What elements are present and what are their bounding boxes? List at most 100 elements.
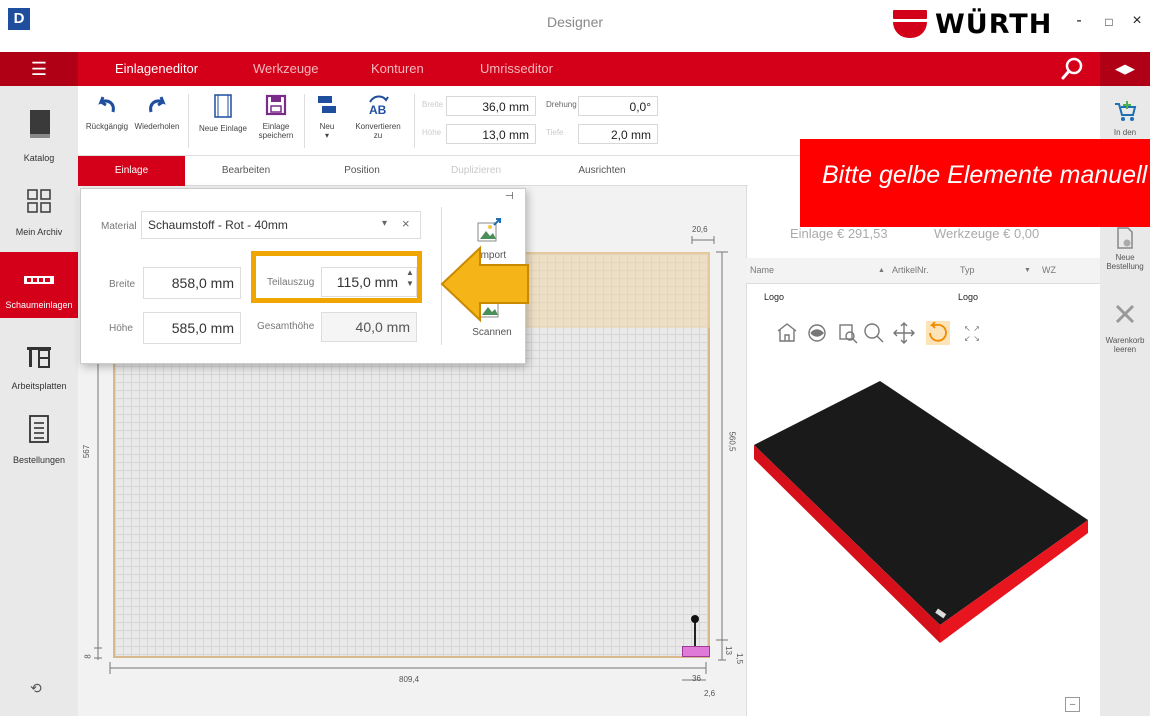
foam-3d-preview[interactable] xyxy=(750,375,1090,655)
maximize-button[interactable]: □ xyxy=(1098,15,1120,37)
zoom-window-icon[interactable] xyxy=(838,320,860,350)
breite-label: Breite xyxy=(422,100,443,109)
tab-einlage[interactable]: Einlage xyxy=(78,156,185,186)
dim-left: 567 xyxy=(82,444,92,459)
brand-logo: WÜRTH xyxy=(893,6,1052,42)
hoehe-label: Höhe xyxy=(422,128,442,137)
gesamthoehe-label: Gesamthöhe xyxy=(257,321,315,332)
tab-duplizieren[interactable]: Duplizieren xyxy=(428,156,524,186)
workbench-icon xyxy=(27,347,51,368)
refresh-icon[interactable]: ⟲ xyxy=(30,680,42,697)
rotation-field[interactable]: 0,0° xyxy=(578,96,658,116)
element-height-field[interactable]: 13,0 mm xyxy=(446,124,536,144)
list-item-name: Logo xyxy=(764,292,785,302)
convert-button[interactable]: AB Konvertieren zu xyxy=(352,94,404,140)
dim-bottom-right-a: 36 xyxy=(692,674,701,683)
hamburger-menu-icon[interactable]: ☰ xyxy=(0,52,78,86)
new-insert-label: Neue Einlage xyxy=(198,124,248,133)
collapse-icon[interactable]: – xyxy=(1065,697,1080,712)
drehung-label: Drehung xyxy=(546,100,577,109)
sidebar-item-schaumeinlagen[interactable]: Schaumeinlagen xyxy=(0,252,78,318)
filter-dropdown-icon[interactable]: ▼ xyxy=(1024,267,1031,274)
sidebar-item-arbeitsplatten[interactable]: Arbeitsplatten xyxy=(0,338,78,418)
redo-button[interactable]: Wiederholen xyxy=(132,94,182,131)
add-to-cart-button[interactable]: In den xyxy=(1100,96,1150,144)
undo-button[interactable]: Rückgängig xyxy=(84,94,130,131)
image-import-icon xyxy=(477,218,501,242)
menu-tab-einlageneditor[interactable]: Einlageneditor xyxy=(115,61,198,76)
teilauszug-label: Teilauszug xyxy=(267,277,315,288)
home-view-icon[interactable] xyxy=(755,320,785,350)
tab-position[interactable]: Position xyxy=(314,156,410,186)
column-wz[interactable]: WZ xyxy=(1042,265,1056,275)
price-einlage: Einlage € 291,53 xyxy=(790,226,888,241)
breite-label: Breite xyxy=(109,279,136,290)
insert-width-field[interactable]: 858,0 mm xyxy=(143,267,241,299)
arrow-left-icon xyxy=(440,245,529,323)
book-icon xyxy=(30,110,50,138)
clear-cart-button[interactable]: Warenkorb leeren xyxy=(1100,300,1150,354)
column-name[interactable]: Name xyxy=(750,265,774,275)
sort-asc-icon: ▲ xyxy=(878,267,885,274)
clear-icon[interactable]: × xyxy=(402,216,410,231)
dim-bottom-right-b: 2,6 xyxy=(704,689,716,698)
eye-view-icon[interactable] xyxy=(806,320,828,350)
menu-tab-werkzeuge[interactable]: Werkzeuge xyxy=(253,61,319,76)
separator xyxy=(414,94,415,148)
tiefe-label: Tiefe xyxy=(546,128,564,137)
search-icon[interactable] xyxy=(1060,56,1086,82)
tab-bearbeiten[interactable]: Bearbeiten xyxy=(196,156,296,186)
cart-label: In den xyxy=(1113,128,1137,137)
fullscreen-icon[interactable] xyxy=(962,320,984,350)
material-select[interactable]: Schaumstoff - Rot - 40mm ▾ × xyxy=(141,211,421,239)
sidebar-label-schaumeinlagen: Schaumeinlagen xyxy=(5,300,73,310)
list-item-typ: Logo xyxy=(958,292,979,302)
new-order-button[interactable]: Neue Bestellung xyxy=(1100,223,1150,273)
save-insert-label-2: speichern xyxy=(258,131,294,140)
zoom-icon[interactable] xyxy=(866,320,888,350)
sidebar-item-mein-archiv[interactable]: Mein Archiv xyxy=(0,181,78,261)
stepper-arrows-icon[interactable]: ▲ ▼ xyxy=(406,267,414,289)
column-artikelnr[interactable]: ArtikelNr. xyxy=(892,265,929,275)
save-insert-button[interactable]: Einlage speichern xyxy=(256,94,296,140)
material-value: Schaumstoff - Rot - 40mm xyxy=(148,218,288,232)
close-button[interactable]: × xyxy=(1126,12,1148,34)
separator xyxy=(304,94,305,148)
save-insert-label-1: Einlage xyxy=(262,122,290,131)
new-dropdown-button[interactable]: Neu ▾ xyxy=(312,94,342,140)
new-insert-button[interactable]: Neue Einlage xyxy=(196,94,250,133)
pin-icon[interactable]: ⊣ xyxy=(505,191,514,202)
minimize-button[interactable]: - xyxy=(1068,12,1090,34)
element-width-field[interactable]: 36,0 mm xyxy=(446,96,536,116)
chevron-down-icon[interactable]: ▾ xyxy=(382,218,387,229)
dim-right-small-b: 1,5 xyxy=(735,652,745,665)
pan-icon[interactable] xyxy=(892,320,914,350)
left-sidebar: Katalog Mein Archiv Schaumeinlagen Arbei… xyxy=(0,86,78,716)
save-icon xyxy=(265,94,287,116)
dim-right: 560,5 xyxy=(727,431,737,452)
convert-label-2: zu xyxy=(373,131,383,140)
rotate-icon[interactable] xyxy=(926,320,950,346)
price-werkzeuge: Werkzeuge € 0,00 xyxy=(934,226,1040,241)
sidebar-item-katalog[interactable]: Katalog xyxy=(0,86,78,166)
sidebar-label-katalog: Katalog xyxy=(23,153,55,163)
logo-element[interactable] xyxy=(682,646,710,657)
menu-tab-konturen[interactable]: Konturen xyxy=(371,61,424,76)
menu-tab-umrisseditor[interactable]: Umrisseditor xyxy=(480,61,553,76)
dim-right-small-a: 13 xyxy=(723,646,733,655)
app-window: D Designer WÜRTH - □ × ☰ Einlageneditor … xyxy=(0,0,1150,716)
dim-top-right: 20,6 xyxy=(692,225,708,234)
list-item[interactable]: Logo Logo xyxy=(746,286,1100,308)
insert-height-field[interactable]: 585,0 mm xyxy=(143,312,241,344)
convert-text-icon: AB xyxy=(369,95,389,117)
title-bar: D Designer WÜRTH - □ × xyxy=(0,0,1150,52)
warning-banner: Bitte gelbe Elemente manuell xyxy=(800,139,1150,227)
logo-anchor-handle[interactable] xyxy=(691,615,699,623)
tab-ausrichten[interactable]: Ausrichten xyxy=(550,156,654,186)
teilauszug-field[interactable]: 115,0 mm xyxy=(321,267,417,297)
depth-field[interactable]: 2,0 mm xyxy=(578,124,658,144)
toggle-panel-icon[interactable]: ◀▶ xyxy=(1100,52,1150,86)
sidebar-item-bestellungen[interactable]: Bestellungen xyxy=(0,411,78,491)
convert-label-1: Konvertieren xyxy=(355,122,401,131)
column-typ[interactable]: Typ xyxy=(960,265,975,275)
